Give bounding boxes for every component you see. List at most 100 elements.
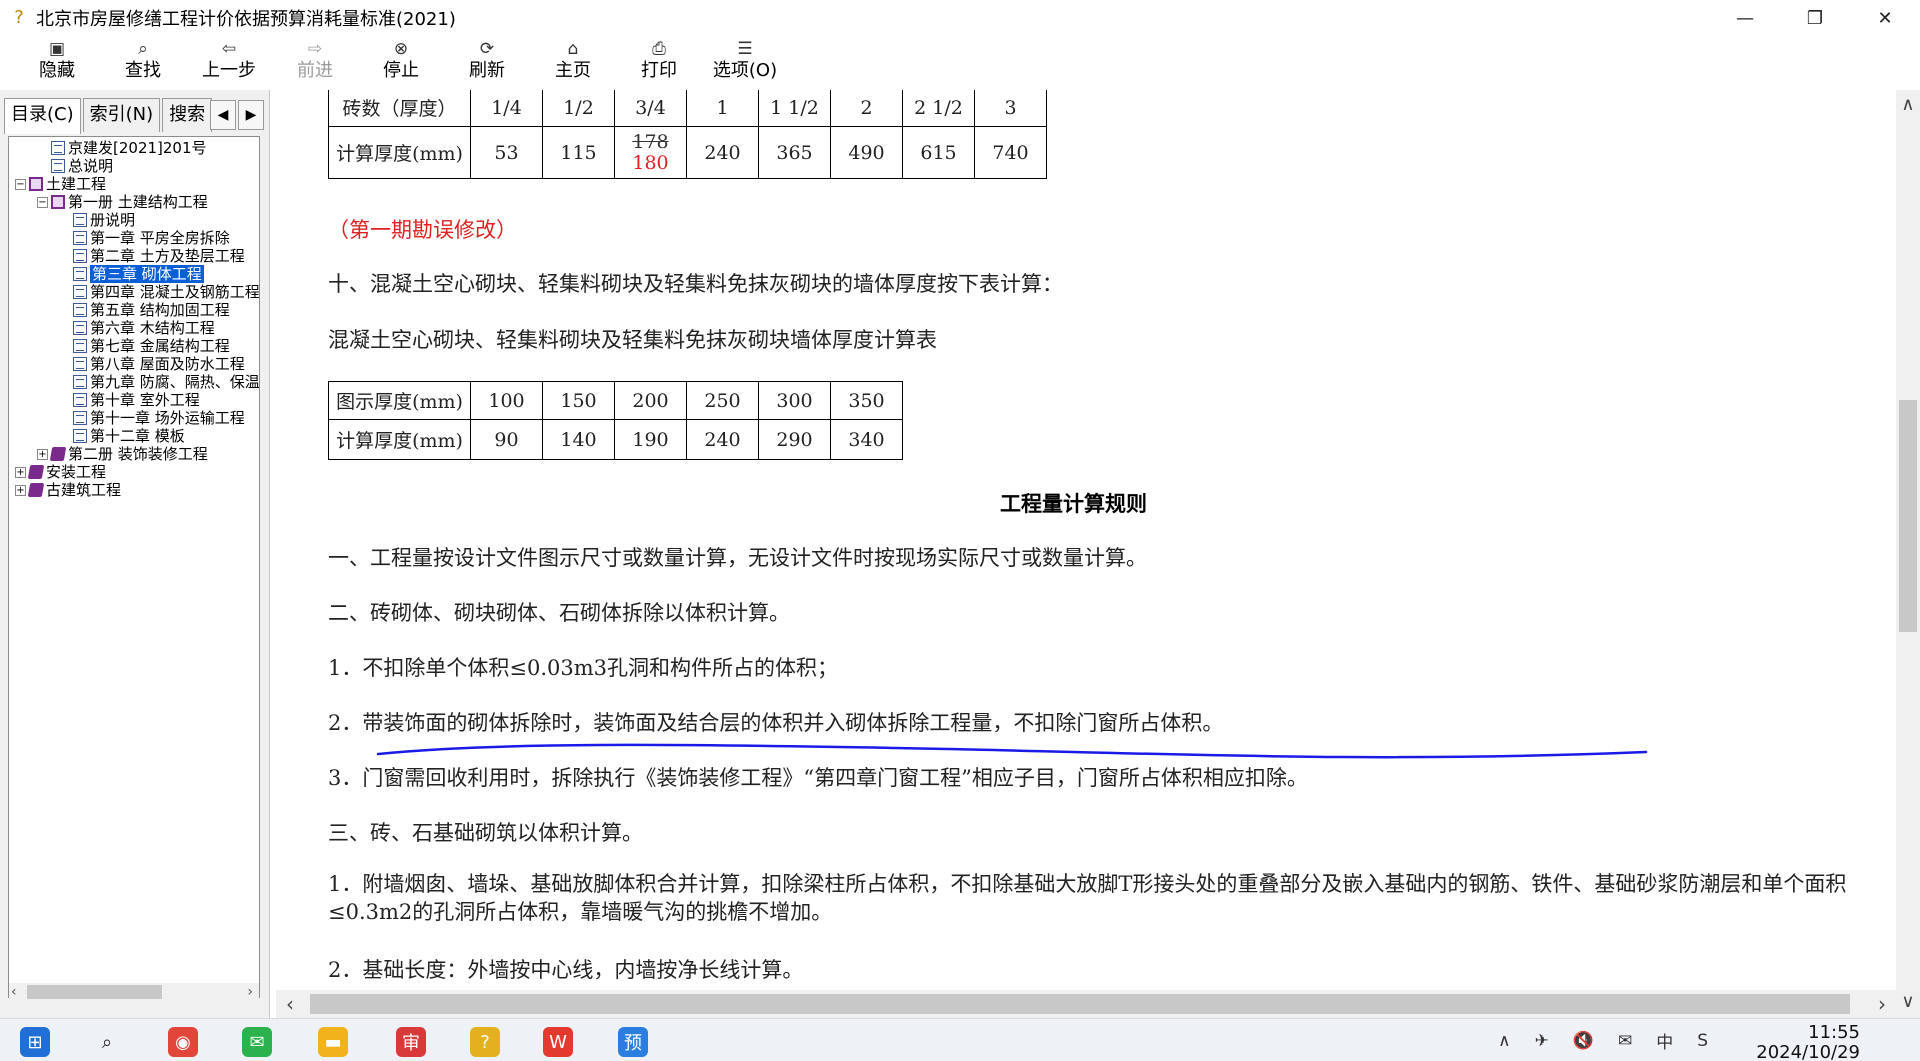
app-shen-icon[interactable]: 审 [396,1027,426,1057]
page-icon [73,303,87,317]
struck-value: 178 [632,130,669,153]
table-title: 混凝土空心砌块、轻集料砌块及轻集料免抹灰砌块墙体厚度计算表 [328,328,937,352]
system-tray: ∧ ✈ 🔇 ✉ 中 S [1486,1019,1720,1061]
tree-item[interactable]: 第四章 混凝土及钢筋工程 [9,283,259,301]
tree-item[interactable]: 第十一章 场外运输工程 [9,409,259,427]
book-icon [29,177,43,191]
tree-item[interactable]: + 安装工程 [9,463,259,481]
table-cell: 350 [830,381,903,420]
paragraph: 三、砖、石基础砌筑以体积计算。 [328,821,643,845]
tab-index[interactable]: 索引(N) [82,98,161,132]
toolbar-button-8[interactable]: ☰ 选项(O) [702,36,788,84]
tree-item-label: 第二册 装饰装修工程 [68,445,208,463]
tree-item-label: 第六章 木结构工程 [90,319,215,337]
restore-button[interactable]: ❐ [1780,0,1850,36]
content-horizontal-scrollbar[interactable]: ‹ › [276,990,1896,1018]
tree-item[interactable]: 第五章 结构加固工程 [9,301,259,319]
toolbar-button-label: 主页 [555,60,591,81]
tree-item-label: 第八章 屋面及防水工程 [90,355,245,373]
collapse-icon[interactable]: − [15,178,26,190]
scrollbar-thumb[interactable] [310,994,1850,1014]
toolbar-button-6[interactable]: ⌂ 主页 [530,36,616,84]
toolbar-button-3[interactable]: ⇨ 前进 [272,36,358,84]
sogou-ime-icon[interactable]: S [1697,1031,1708,1051]
toolbar-button-5[interactable]: ⟳ 刷新 [444,36,530,84]
content-vertical-scrollbar[interactable]: ∧ ∨ [1896,90,1920,1018]
table-header-cell: 计算厚度(mm) [328,419,471,460]
scroll-right-icon[interactable]: › [1878,992,1886,1016]
tree-item[interactable]: 第八章 屋面及防水工程 [9,355,259,373]
toolbar-button-2[interactable]: ⇦ 上一步 [186,36,272,84]
print-icon: ⎙ [652,39,666,59]
tab-right-arrow-icon[interactable]: ▶ [238,100,264,130]
expand-icon[interactable]: + [37,448,48,460]
tree-item[interactable]: + 古建筑工程 [9,481,259,499]
expand-icon[interactable]: + [15,484,26,496]
wechat-tray-icon[interactable]: ✉ [1618,1031,1632,1051]
page-icon [73,357,87,371]
tree-item[interactable]: 第二章 土方及垫层工程 [9,247,259,265]
toolbar-button-4[interactable]: ⊗ 停止 [358,36,444,84]
tree-item[interactable]: 总说明 [9,157,259,175]
clock-time: 11:55 [1808,1022,1860,1043]
expand-icon[interactable]: + [15,466,26,478]
app-help-icon: ? [14,7,24,28]
table-cell: 300 [758,381,831,420]
find-icon: ⌕ [138,39,148,59]
tree-item-label: 第十一章 场外运输工程 [90,409,245,427]
close-button[interactable]: ✕ [1850,0,1920,36]
book-icon [49,447,67,461]
tree-item[interactable]: − 第一册 土建结构工程 [9,193,259,211]
underline-stroke [376,743,1648,759]
tree-item[interactable]: 京建发[2021]201号 [9,139,259,157]
toolbar-button-1[interactable]: ⌕ 查找 [100,36,186,84]
show-hidden-icons[interactable]: ∧ [1498,1031,1510,1051]
tree-item-label: 第二章 土方及垫层工程 [90,247,245,265]
tree-item[interactable]: 第十二章 模板 [9,427,259,445]
table-header-cell: 砖数（厚度） [328,90,471,127]
wechat-icon[interactable]: ✉ [242,1027,272,1057]
page-icon [73,213,87,227]
table-header-cell: 图示厚度(mm) [328,381,471,420]
scrollbar-thumb[interactable] [27,985,162,999]
refresh-icon: ⟳ [479,39,495,59]
tree-item[interactable]: 册说明 [9,211,259,229]
volume-muted-icon[interactable]: 🔇 [1573,1031,1594,1051]
network-icon[interactable]: ✈ [1535,1031,1549,1051]
tree-item[interactable]: 第三章 砌体工程 [9,265,259,283]
tree-item[interactable]: + 第二册 装饰装修工程 [9,445,259,463]
tree-horizontal-scrollbar[interactable]: ‹ › [9,983,259,1001]
clock[interactable]: 11:55 2024/10/29 [1750,1023,1860,1061]
toolbar-button-0[interactable]: ▣ 隐藏 [14,36,100,84]
search-icon[interactable]: ⌕ [92,1027,122,1057]
tree-item[interactable]: 第一章 平房全房拆除 [9,229,259,247]
tab-contents[interactable]: 目录(C) [4,98,81,134]
chrome-icon[interactable]: ◉ [168,1027,198,1057]
tree-item[interactable]: 第九章 防腐、隔热、保温工程 [9,373,259,391]
tab-left-arrow-icon[interactable]: ◀ [210,100,236,130]
ime-chinese-icon[interactable]: 中 [1656,1028,1673,1053]
tab-search[interactable]: 搜索 [162,98,213,132]
help-icon[interactable]: ? [470,1027,500,1057]
scroll-right-icon[interactable]: › [247,984,253,1000]
tree-item[interactable]: 第十章 室外工程 [9,391,259,409]
toolbar-button-7[interactable]: ⎙ 打印 [616,36,702,84]
start-icon[interactable]: ⊞ [20,1027,50,1057]
scroll-up-icon[interactable]: ∧ [1896,94,1920,115]
page-icon [73,267,87,281]
tree-item[interactable]: 第六章 木结构工程 [9,319,259,337]
scroll-left-icon[interactable]: ‹ [11,984,17,1000]
scrollbar-thumb[interactable] [1899,400,1917,632]
collapse-icon[interactable]: − [37,196,48,208]
folder-icon[interactable]: ▬ [318,1027,348,1057]
app-yu-icon[interactable]: 预 [618,1027,648,1057]
table-cell: 1 1/2 [758,90,831,127]
scroll-left-icon[interactable]: ‹ [286,992,294,1016]
wps-icon[interactable]: W [543,1027,573,1057]
scroll-down-icon[interactable]: ∨ [1896,991,1920,1012]
document-content: 砖数（厚度） 1/4 1/2 3/4 1 1 1/2 2 2 1/2 3 计算厚… [276,90,1896,990]
tree-item[interactable]: 第七章 金属结构工程 [9,337,259,355]
minimize-button[interactable]: — [1710,0,1780,36]
window-title: 北京市房屋修缮工程计价依据预算消耗量标准(2021) [36,9,456,30]
tree-item[interactable]: − 土建工程 [9,175,259,193]
